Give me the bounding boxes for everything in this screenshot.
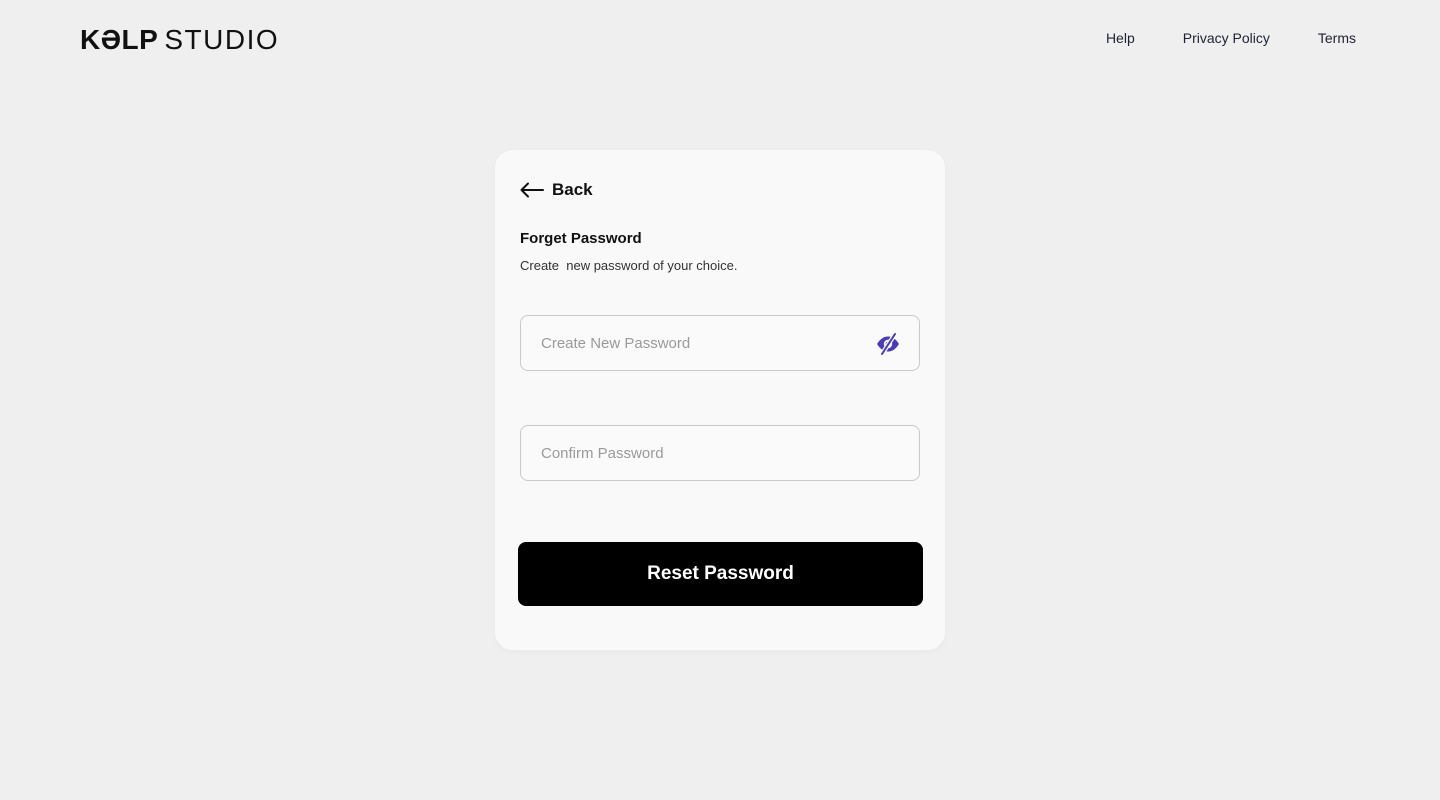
page-subtitle: Create new password of your choice. <box>520 258 738 273</box>
logo[interactable]: KƏLP STUDIO <box>80 26 279 54</box>
reset-password-card: Back Forget Password Create new password… <box>495 150 945 650</box>
confirm-password-field <box>520 425 920 481</box>
reset-password-button[interactable]: Reset Password <box>518 542 923 606</box>
back-label: Back <box>552 180 593 199</box>
new-password-input[interactable] <box>521 316 919 370</box>
arrow-left-icon <box>520 182 544 198</box>
confirm-password-input[interactable] <box>521 426 919 480</box>
nav-link-help[interactable]: Help <box>1106 30 1135 46</box>
page-title: Forget Password <box>520 230 642 247</box>
top-bar: KƏLP STUDIO Help Privacy Policy Terms <box>0 0 1440 80</box>
nav-link-privacy-policy[interactable]: Privacy Policy <box>1183 30 1270 46</box>
top-nav: Help Privacy Policy Terms <box>1106 30 1356 46</box>
logo-wordmark-light: STUDIO <box>164 24 280 55</box>
new-password-field <box>520 315 920 371</box>
back-button[interactable]: Back <box>520 180 593 200</box>
logo-wordmark-strong: KƏLP <box>80 24 159 55</box>
nav-link-terms[interactable]: Terms <box>1318 30 1356 46</box>
eye-slash-icon[interactable] <box>875 332 901 356</box>
